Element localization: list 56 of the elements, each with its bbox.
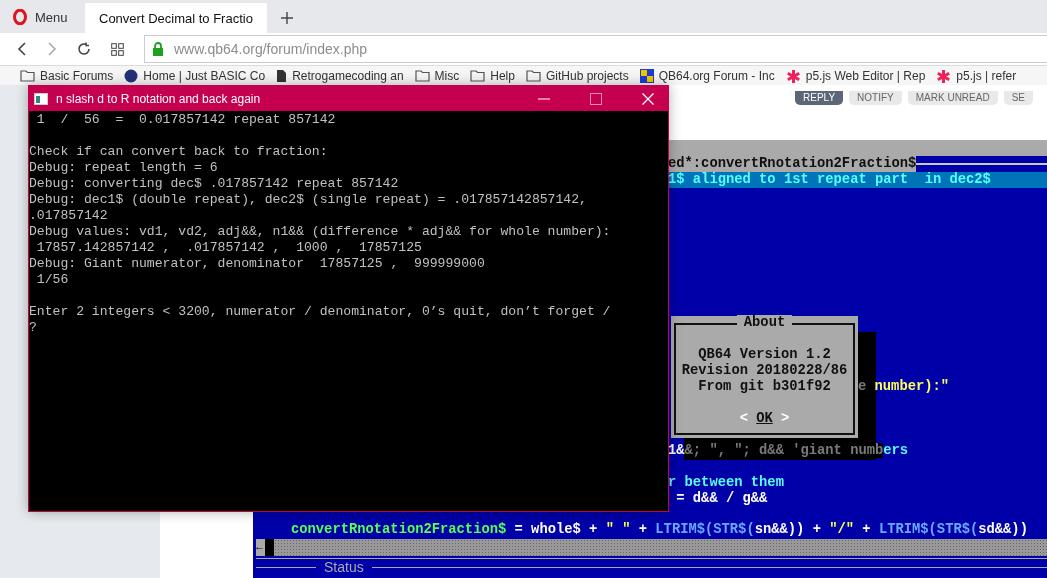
code-line: r between them bbox=[668, 475, 784, 491]
console-output-line: Check if can convert back to fraction: bbox=[29, 143, 329, 160]
console-output-line: 1/56 bbox=[35, 272, 70, 288]
bookmark[interactable]: Basic Forums bbox=[20, 69, 114, 83]
status-label: Status bbox=[323, 559, 365, 575]
forum-button[interactable]: REPLY bbox=[795, 91, 844, 105]
scrollbar-thumb[interactable] bbox=[265, 539, 274, 556]
new-tab-icon[interactable] bbox=[281, 12, 293, 24]
forum-button[interactable]: SE bbox=[1003, 91, 1033, 105]
site-logo-icon bbox=[124, 69, 139, 83]
back-icon[interactable] bbox=[17, 42, 27, 56]
browser-menu-button[interactable]: Menu bbox=[0, 9, 85, 33]
address-field[interactable]: www.qb64.org/forum/index.php bbox=[144, 35, 1047, 63]
console-output-line: Debug: dec1$ (double repeat), dec2$ (single repeat) = .017857142857142, bbox=[29, 192, 588, 208]
grid-icon[interactable] bbox=[111, 42, 124, 56]
qb64-favicon-icon bbox=[639, 69, 654, 83]
o-logo-icon bbox=[13, 9, 27, 25]
file-title: ed*:convertRnotation2Fraction$ bbox=[668, 156, 917, 171]
asterisk-icon bbox=[785, 68, 801, 84]
console-output-line: Enter 2 integers < 3200, numerator / denominator, 0’s quit, don’t forget / bbox=[29, 303, 612, 320]
bookmark[interactable]: Help bbox=[470, 69, 515, 83]
console-output-line: Debug values: vd1, vd2, adj&&, n1&& (difference * adj&& for whole number): bbox=[29, 224, 612, 240]
browser-tab[interactable]: Convert Decimal to Fractio bbox=[85, 3, 267, 33]
reload-icon[interactable] bbox=[77, 42, 91, 56]
console-output-line: .017857142 bbox=[29, 208, 109, 224]
lock-icon bbox=[152, 42, 164, 56]
bookmark[interactable]: QB64.org Forum - Inc bbox=[639, 69, 775, 83]
forum-button[interactable]: MARK UNREAD bbox=[907, 91, 998, 105]
folder-icon bbox=[414, 70, 430, 82]
ok-button[interactable]: < OK > bbox=[739, 411, 790, 427]
scroll-left-button[interactable]: ← bbox=[256, 539, 265, 556]
folder-icon bbox=[525, 70, 541, 82]
bookmark[interactable]: p5.js | refer bbox=[936, 68, 1017, 84]
console-output-line: ? bbox=[29, 320, 38, 336]
close-icon[interactable] bbox=[642, 92, 654, 105]
version-text: Revision 20180228/86 bbox=[681, 363, 848, 379]
version-text: QB64 Version 1.2 bbox=[698, 347, 831, 363]
console-output-line: Debug: repeat length = 6 bbox=[29, 160, 219, 176]
code-line: = d&& / g&& bbox=[675, 491, 768, 507]
console-output-line: 17857.142857142 , .017857142 , 1000 , 17857125 bbox=[35, 240, 423, 256]
version-text: From git b301f92 bbox=[698, 379, 831, 395]
bookmark[interactable]: p5.js Web Editor | Rep bbox=[785, 68, 926, 84]
page-icon bbox=[276, 69, 288, 83]
bookmark[interactable]: GitHub projects bbox=[525, 69, 629, 83]
folder-icon bbox=[20, 70, 35, 82]
bookmark[interactable]: Retrogamecoding an bbox=[276, 69, 404, 83]
code-line: convertRnotation2Fraction$ = whole$ + " " + LTRIM$(STR$(sn&&)) + "/" + LTRIM$(STR$(sd&&)) bbox=[291, 522, 1028, 538]
forum-button[interactable]: NOTIFY bbox=[849, 91, 902, 105]
asterisk-icon bbox=[936, 68, 952, 84]
folder-icon bbox=[470, 70, 486, 82]
bookmark[interactable]: Home | Just BASIC Co bbox=[124, 69, 266, 83]
console-app-icon bbox=[34, 92, 48, 105]
window-title: n slash d to R notation and back again bbox=[56, 91, 261, 106]
console-output-line: 1 / 56 = 0.017857142 repeat 857142 bbox=[35, 112, 337, 128]
bookmark[interactable]: Misc bbox=[414, 69, 460, 83]
console-output-line: Debug: Giant numerator, denominator 17857125 , 999999000 bbox=[29, 256, 486, 272]
